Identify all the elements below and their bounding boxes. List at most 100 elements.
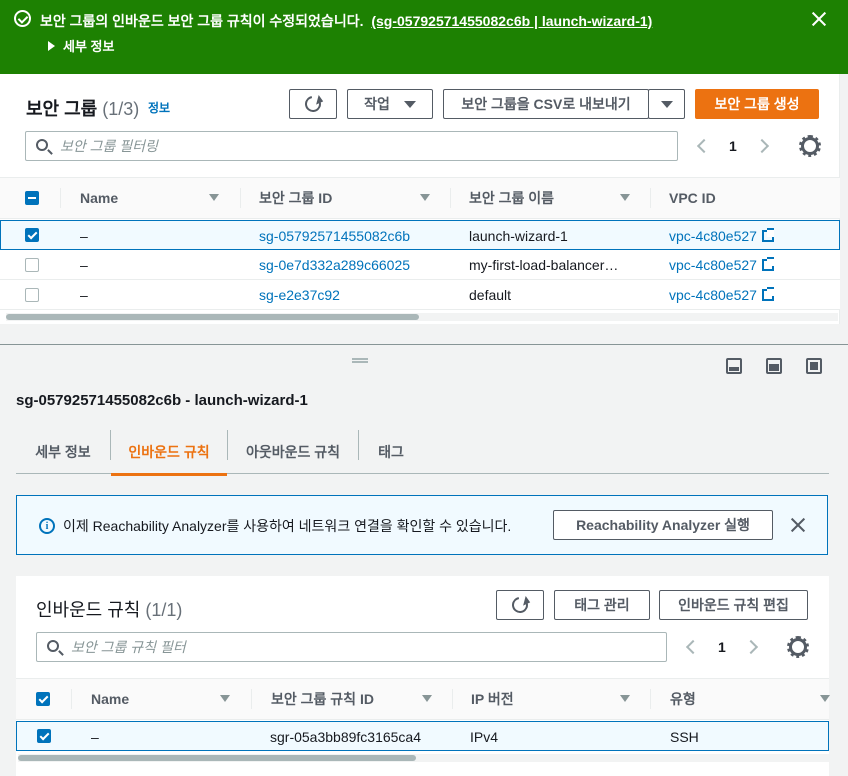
row-type: SSH (670, 728, 699, 745)
page-number[interactable]: 1 (729, 138, 737, 154)
sort-caret-icon[interactable] (620, 695, 630, 702)
column-divider (450, 188, 451, 208)
row-vpc-link[interactable]: vpc-4c80e527 (669, 280, 774, 309)
caret-down-icon (660, 100, 673, 108)
chevron-left-icon[interactable] (696, 138, 712, 154)
reachability-analyzer-button[interactable]: Reachability Analyzer 실행 (553, 510, 773, 540)
column-header-group-name[interactable]: 보안 그룹 이름 (469, 178, 554, 218)
row-security-group-id-link[interactable]: sg-0e7d332a289c66025 (259, 250, 410, 279)
row-vpc-text: vpc-4c80e527 (669, 286, 757, 303)
chevron-right-icon[interactable] (743, 639, 758, 655)
flash-details-toggle[interactable]: 세부 정보 (48, 36, 114, 55)
drag-handle-icon[interactable] (352, 358, 368, 363)
tab-inbound-rules[interactable]: 인바운드 규칙 (111, 430, 227, 476)
external-link-icon (761, 256, 774, 271)
row-checkbox[interactable] (25, 288, 39, 302)
manage-tags-label: 태그 관리 (574, 597, 630, 613)
column-header-ip-version[interactable]: IP 버전 (471, 679, 514, 719)
tab-outbound-rules[interactable]: 아웃바운드 규칙 (228, 430, 358, 474)
search-icon (47, 640, 59, 652)
edit-inbound-rules-button[interactable]: 인바운드 규칙 편집 (659, 590, 808, 620)
actions-dropdown[interactable]: 작업 (347, 89, 433, 119)
close-icon[interactable] (789, 516, 807, 534)
row-checkbox[interactable] (25, 258, 39, 272)
tab-details[interactable]: 세부 정보 (16, 430, 110, 474)
security-group-filter[interactable] (25, 131, 678, 161)
select-all-checkbox[interactable] (25, 191, 39, 205)
column-divider (71, 689, 72, 709)
row-checkbox[interactable] (37, 729, 51, 743)
chevron-right-icon[interactable] (754, 138, 769, 154)
row-vpc-link[interactable]: vpc-4c80e527 (669, 250, 774, 279)
column-header-id[interactable]: 보안 그룹 ID (259, 178, 332, 218)
refresh-icon (301, 92, 325, 116)
column-header-rule-id[interactable]: 보안 그룹 규칙 ID (271, 679, 374, 719)
column-header-vpc[interactable]: VPC ID (669, 178, 716, 218)
manage-tags-button[interactable]: 태그 관리 (554, 590, 650, 620)
column-header-type[interactable]: 유형 (670, 679, 696, 719)
sort-caret-icon[interactable] (422, 695, 432, 702)
row-name: – (80, 256, 88, 273)
sort-caret-icon[interactable] (820, 695, 830, 702)
column-divider (650, 689, 651, 709)
page-number[interactable]: 1 (718, 639, 726, 655)
row-ip-version: IPv4 (470, 728, 499, 745)
row-name: – (80, 286, 88, 303)
column-divider (251, 689, 252, 709)
export-dropdown-button[interactable] (648, 89, 685, 119)
selection-count: (1/3) (102, 99, 140, 119)
info-icon: i (39, 518, 55, 534)
flash-details-label: 세부 정보 (63, 39, 115, 54)
table-row[interactable]: – sg-e2e37c92 default vpc-4c80e527 (0, 280, 840, 310)
tab-tags[interactable]: 태그 (359, 430, 423, 474)
info-link[interactable]: 정보 (148, 99, 170, 116)
table-row[interactable]: – sgr-05a3bb89fc3165ca4 IPv4 SSH (16, 721, 829, 751)
scrollbar-thumb[interactable] (18, 755, 416, 761)
flash-security-group-link[interactable]: (sg-05792571455082c6b | launch-wizard-1) (371, 13, 652, 29)
refresh-button[interactable] (496, 590, 544, 620)
column-divider (240, 188, 241, 208)
horizontal-scrollbar[interactable] (18, 754, 829, 762)
sort-caret-icon[interactable] (220, 695, 230, 702)
gear-icon[interactable] (799, 135, 821, 157)
scrollbar-thumb[interactable] (6, 314, 419, 320)
close-icon[interactable] (810, 10, 828, 28)
column-divider (650, 188, 651, 208)
chevron-left-icon[interactable] (685, 639, 701, 655)
create-security-group-button[interactable]: 보안 그룹 생성 (695, 89, 819, 119)
panel-bottom-layout-icon[interactable] (726, 358, 742, 374)
row-checkbox[interactable] (25, 228, 39, 242)
sort-caret-icon[interactable] (420, 194, 430, 201)
security-group-filter-input[interactable] (60, 132, 667, 160)
row-name: – (80, 227, 88, 244)
select-all-checkbox[interactable] (36, 692, 50, 706)
security-groups-panel: 보안 그룹 (1/3) 정보 작업 보안 그룹을 CSV로 내보내기 보안 그룹… (0, 74, 840, 324)
panel-maximize-icon[interactable] (806, 358, 822, 374)
export-csv-button[interactable]: 보안 그룹을 CSV로 내보내기 (443, 89, 649, 119)
row-security-group-id-link[interactable]: sg-e2e37c92 (259, 280, 340, 309)
panel-side-layout-icon[interactable] (766, 358, 782, 374)
row-group-name: default (469, 286, 512, 303)
row-group-name: my-first-load-balancer… (469, 256, 619, 273)
horizontal-scrollbar[interactable] (6, 313, 838, 321)
inbound-count: (1/1) (145, 600, 183, 620)
inbound-title: 인바운드 규칙 (1/1) (36, 596, 182, 622)
table-row[interactable]: – sg-0e7d332a289c66025 my-first-load-bal… (0, 250, 840, 280)
row-vpc-text: vpc-4c80e527 (669, 227, 757, 244)
gear-icon[interactable] (787, 636, 809, 658)
reachability-analyzer-label: Reachability Analyzer 실행 (576, 517, 750, 533)
refresh-button[interactable] (289, 89, 337, 119)
column-header-name[interactable]: Name (80, 178, 118, 218)
sort-caret-icon[interactable] (620, 194, 630, 201)
external-link-icon (761, 227, 774, 242)
row-security-group-id-link[interactable]: sg-05792571455082c6b (259, 221, 410, 250)
row-vpc-link[interactable]: vpc-4c80e527 (669, 221, 774, 250)
sort-caret-icon[interactable] (209, 194, 219, 201)
column-header-name[interactable]: Name (91, 679, 129, 719)
inbound-rule-filter[interactable] (36, 632, 667, 662)
table-row[interactable]: – sg-05792571455082c6b launch-wizard-1 v… (0, 220, 840, 250)
inbound-rule-filter-input[interactable] (71, 633, 656, 661)
detail-title: sg-05792571455082c6b - launch-wizard-1 (16, 392, 308, 409)
edit-inbound-label: 인바운드 규칙 편집 (678, 597, 789, 613)
actions-label: 작업 (364, 96, 390, 112)
